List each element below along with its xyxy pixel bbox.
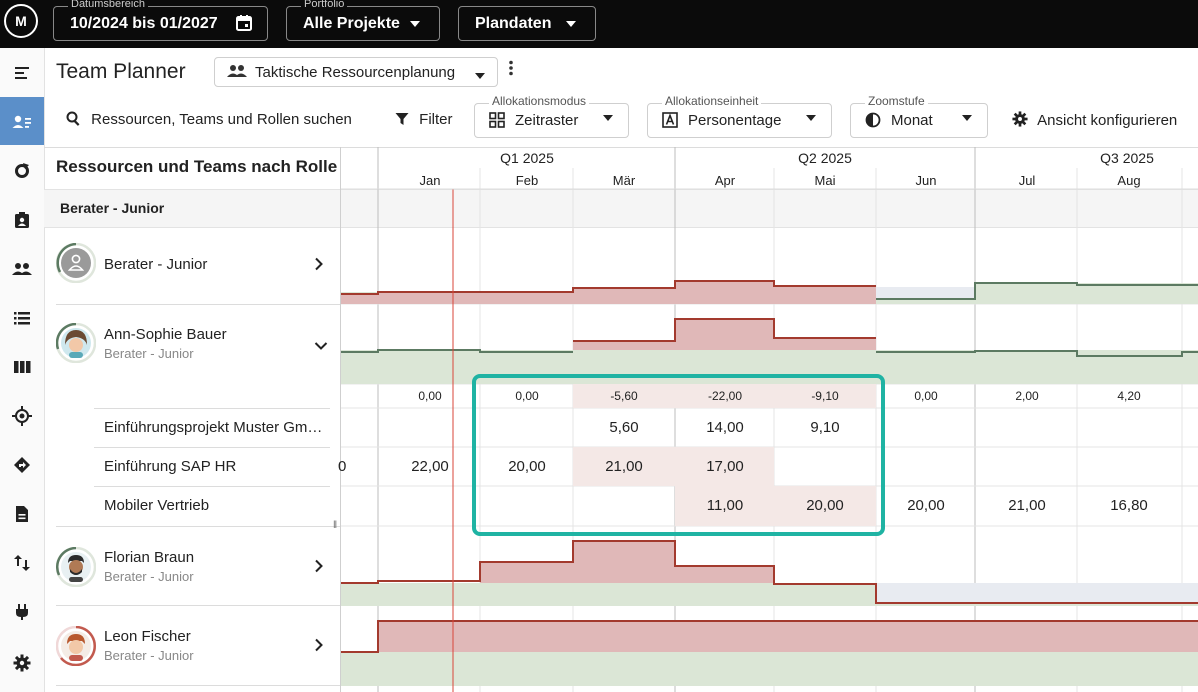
over-allocation-bar bbox=[573, 288, 675, 304]
month-label: Jul bbox=[1019, 173, 1036, 188]
quarter-label: Q1 2025 bbox=[500, 150, 554, 166]
over-allocation-bar bbox=[341, 294, 378, 304]
capacity-value: 2,00 bbox=[1015, 389, 1039, 403]
quarter-label: Q3 2025 bbox=[1100, 150, 1154, 166]
over-allocation-bar bbox=[675, 319, 774, 350]
capacity-value: 4,20 bbox=[1117, 389, 1141, 403]
over-allocation-bar bbox=[774, 286, 876, 304]
month-label: Aug bbox=[1117, 173, 1140, 188]
over-allocation-bar bbox=[378, 292, 480, 304]
month-label: Apr bbox=[715, 173, 736, 188]
over-allocation-bar bbox=[573, 541, 675, 583]
unassigned-bar bbox=[876, 287, 975, 299]
over-allocation-bar bbox=[573, 341, 675, 350]
over-allocation-bar bbox=[675, 566, 774, 583]
month-label: Mai bbox=[815, 173, 836, 188]
month-label: Mär bbox=[613, 173, 636, 188]
over-allocation-bar bbox=[774, 338, 876, 350]
month-label: Feb bbox=[516, 173, 538, 188]
month-label: Jun bbox=[916, 173, 937, 188]
capacity-bar bbox=[341, 652, 1198, 686]
highlight-box bbox=[472, 374, 885, 536]
allocation-value[interactable]: 0 bbox=[338, 458, 346, 475]
unassigned-bar bbox=[876, 583, 1198, 603]
capacity-bar bbox=[975, 283, 1198, 304]
allocation-value[interactable]: 16,80 bbox=[1084, 497, 1174, 514]
quarter-label: Q2 2025 bbox=[798, 150, 852, 166]
timeline: Q1 2025 Q2 2025 Q3 2025 Jan Feb Mär Apr Mai Jun J… bbox=[341, 147, 1198, 692]
allocation-value[interactable]: 22,00 bbox=[385, 458, 475, 475]
allocation-value[interactable]: 20,00 bbox=[881, 497, 971, 514]
over-allocation-bar bbox=[480, 562, 573, 583]
over-allocation-bar bbox=[480, 292, 573, 304]
over-allocation-bar bbox=[675, 281, 774, 304]
capacity-value: 0,00 bbox=[914, 389, 938, 403]
over-allocation-bar bbox=[378, 621, 1198, 652]
month-label: Jan bbox=[420, 173, 441, 188]
capacity-value: 0,00 bbox=[418, 389, 442, 403]
allocation-value[interactable]: 21,00 bbox=[982, 497, 1072, 514]
